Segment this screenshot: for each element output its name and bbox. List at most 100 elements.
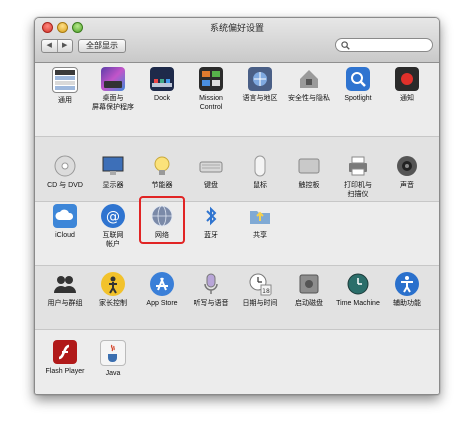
startup-disk-icon [297,272,321,296]
back-button[interactable]: ◀ [42,40,57,52]
pref-bluetooth[interactable]: 蓝牙 [186,204,236,240]
pref-spotlight[interactable]: Spotlight [333,67,383,103]
pref-mouse-label: 鼠标 [253,182,267,189]
pref-trackpad[interactable]: 触控板 [284,154,334,190]
pref-desktop[interactable]: 桌面与 屏幕保护程序 [88,67,138,112]
pref-date-time-label: 日期与时间 [242,300,278,307]
parental-controls-icon [101,272,125,296]
pref-energy-label: 节能器 [151,182,173,189]
pref-parental-label: 家长控制 [99,300,127,307]
pref-dictation[interactable]: 听写与语音 [186,272,236,308]
pref-startup-disk[interactable]: 启动磁盘 [284,272,334,308]
desktop-icon [101,67,125,91]
app-store-icon [150,272,174,296]
mission-control-icon [199,67,223,91]
pref-accessibility-label: 辅助功能 [393,300,421,307]
pref-general-label: 通用 [58,97,72,104]
pref-security-label: 安全性与隐私 [288,95,330,102]
pref-parental[interactable]: 家长控制 [88,272,138,308]
pref-bluetooth-label: 蓝牙 [204,232,218,239]
back-forward-group: ◀ ▶ [41,39,73,53]
pref-printers[interactable]: 打印机与 扫描仪 [333,154,383,199]
titlebar: 系统偏好设置 ◀ ▶ 全部显示 [35,18,439,63]
pref-users-label: 用户与群组 [47,300,83,307]
pref-notifications[interactable]: 通知 [382,67,432,103]
notification-icon [395,67,419,91]
keyboard-icon [199,154,223,178]
pref-desktop-label: 桌面与 屏幕保护程序 [92,95,134,111]
section-internet: iCloud @ 互联网 帐户 网络 蓝牙 共享 [35,202,439,266]
dock-icon [150,67,174,91]
system-preferences-window: 系统偏好设置 ◀ ▶ 全部显示 通用 桌面与 屏幕保护程序 Dock Missi… [34,17,440,395]
pref-mission-control[interactable]: Mission Control [186,67,236,112]
flag-icon [248,67,272,91]
disc-icon [53,154,77,178]
pref-java[interactable]: Java [88,340,138,378]
pref-energy[interactable]: 节能器 [137,154,187,190]
java-cup-icon [100,340,126,366]
printer-icon [346,154,370,178]
network-highlight-box [139,196,185,244]
pref-internet-accounts-label: 互联网 帐户 [102,232,124,248]
section-system: 用户与群组 家长控制 App Store 听写与语音 18 日期与时间 启动磁盘… [35,266,439,330]
pref-general[interactable]: 通用 [40,67,90,105]
house-lock-icon [297,67,321,91]
general-icon [52,67,78,93]
pref-printers-label: 打印机与 扫描仪 [344,182,372,198]
pref-icloud-label: iCloud [55,232,75,239]
flash-icon [53,340,77,364]
magnifier-icon [346,67,370,91]
pref-sound[interactable]: 声音 [382,154,432,190]
pref-dictation-label: 听写与语音 [193,300,229,307]
pref-dock[interactable]: Dock [137,67,187,103]
pref-app-store[interactable]: App Store [137,272,187,308]
pref-language[interactable]: 语言与地区 [235,67,285,103]
pref-startup-disk-label: 启动磁盘 [295,300,323,307]
pref-accessibility[interactable]: 辅助功能 [382,272,432,308]
pref-displays[interactable]: 显示器 [88,154,138,190]
pref-cd-dvd[interactable]: CD 与 DVD [40,154,90,190]
pref-internet-accounts[interactable]: @ 互联网 帐户 [88,204,138,249]
lightbulb-icon [150,154,174,178]
at-icon: @ [101,204,125,228]
section-personal: 通用 桌面与 屏幕保护程序 Dock Mission Control 语言与地区 [35,63,439,137]
pref-security[interactable]: 安全性与隐私 [284,67,334,103]
pref-time-machine[interactable]: Time Machine [333,272,383,308]
users-icon [53,272,77,296]
clock-calendar-icon: 18 [248,272,272,296]
microphone-icon [199,272,223,296]
trackpad-icon [297,154,321,178]
pref-flash-player[interactable]: Flash Player [40,340,90,376]
section-hardware: CD 与 DVD 显示器 节能器 键盘 鼠标 触控板 打印机与 扫描仪 声音 [35,137,439,202]
time-machine-icon [346,272,370,296]
pref-keyboard[interactable]: 键盘 [186,154,236,190]
pref-flash-player-label: Flash Player [45,368,85,375]
accessibility-icon [395,272,419,296]
pref-icloud[interactable]: iCloud [40,204,90,240]
pref-sharing[interactable]: 共享 [235,204,285,240]
pref-java-label: Java [105,370,121,377]
pref-sharing-label: 共享 [253,232,267,239]
search-icon [341,41,350,50]
forward-button[interactable]: ▶ [56,40,73,52]
speaker-icon [395,154,419,178]
mouse-icon [248,154,272,178]
svg-text:18: 18 [262,288,270,295]
pref-date-time[interactable]: 18 日期与时间 [235,272,285,308]
pref-users[interactable]: 用户与群组 [40,272,90,308]
pref-mouse[interactable]: 鼠标 [235,154,285,190]
section-other: Flash Player Java [35,330,439,394]
window-title: 系统偏好设置 [209,23,264,33]
show-all-button[interactable]: 全部显示 [78,39,126,53]
pref-cd-dvd-label: CD 与 DVD [47,182,83,189]
pref-trackpad-label: 触控板 [298,182,320,189]
search-input[interactable] [335,38,433,52]
pref-mission-control-label: Mission Control [199,95,223,111]
pref-spotlight-label: Spotlight [344,95,372,102]
bluetooth-icon [199,204,223,228]
pref-displays-label: 显示器 [102,182,124,189]
cloud-icon [53,204,77,228]
pref-language-label: 语言与地区 [242,95,278,102]
pref-notifications-label: 通知 [400,95,414,102]
pref-sound-label: 声音 [400,182,414,189]
